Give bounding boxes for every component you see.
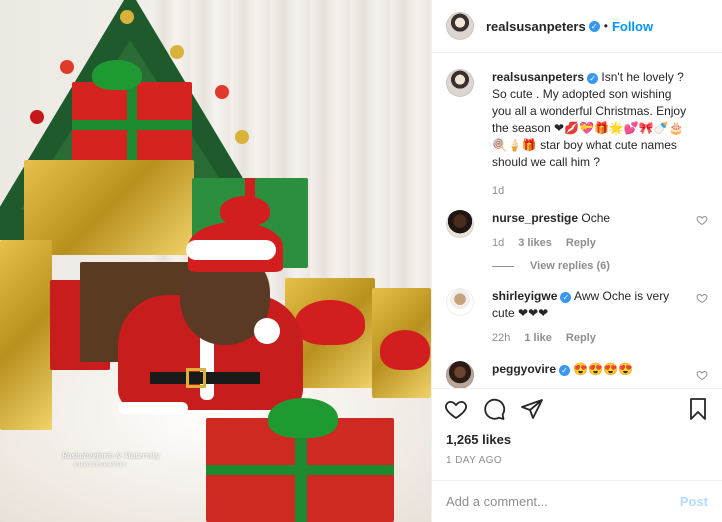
comment-time: 22h <box>492 332 511 344</box>
heart-icon[interactable] <box>696 214 708 226</box>
post-side-panel: realsusanpeters ✓ • Follow realsusanpete… <box>431 0 722 522</box>
verified-badge-icon: ✓ <box>588 20 600 32</box>
verified-badge-icon: ✓ <box>560 292 572 303</box>
suit-trim <box>118 402 188 414</box>
caption-time: 1d <box>492 185 505 197</box>
gift-bow-green <box>268 398 338 438</box>
heart-icon[interactable] <box>696 292 708 304</box>
verified-badge-icon: ✓ <box>559 365 571 376</box>
caption: realsusanpeters ✓ Isn't he lovely ? So cu… <box>446 69 708 200</box>
reply-button[interactable]: Reply <box>566 330 596 347</box>
post-photo[interactable]: Roshabeeform & Maternity PHOTOGRAPHY <box>0 0 431 522</box>
gift-box-gold-left <box>0 240 52 430</box>
header-separator: • <box>603 19 608 33</box>
comment-likes[interactable]: 3 likes <box>518 235 552 252</box>
gift-bow-red <box>295 300 365 345</box>
post-date: 1 DAY AGO <box>446 455 503 466</box>
gift-bow-green <box>92 60 142 90</box>
gift-bow-red <box>380 330 430 370</box>
verified-badge-icon: ✓ <box>587 73 599 84</box>
instagram-post: Roshabeeform & Maternity PHOTOGRAPHY rea… <box>0 0 722 522</box>
heart-icon[interactable] <box>444 397 468 421</box>
comment-username[interactable]: nurse_prestige <box>492 211 578 225</box>
santa-hat-brim <box>186 240 276 260</box>
bookmark-icon[interactable] <box>686 397 710 421</box>
comment-username[interactable]: shirleyigwe <box>492 289 557 303</box>
santa-hat-pompom <box>254 318 280 344</box>
ornament <box>60 60 74 74</box>
replies-line <box>492 265 514 267</box>
watermark-line2: PHOTOGRAPHY <box>74 462 127 468</box>
avatar[interactable] <box>446 69 474 97</box>
comment-username[interactable]: peggyovire <box>492 362 556 376</box>
header-username[interactable]: realsusanpeters <box>486 19 586 34</box>
caption-text: Isn't he lovely ? So cute . My adopted s… <box>492 70 687 169</box>
caption-username[interactable]: realsusanpeters <box>492 70 584 84</box>
avatar[interactable] <box>446 12 474 40</box>
reply-button[interactable]: Reply <box>566 235 596 252</box>
heart-icon[interactable] <box>696 369 708 381</box>
belt-buckle <box>186 368 206 388</box>
gift-box-red-top <box>72 82 192 167</box>
avatar[interactable] <box>446 361 474 388</box>
comment-likes[interactable]: 1 like <box>524 330 552 347</box>
comment-text: 😍😍😍😍 <box>573 362 634 376</box>
ornament <box>215 85 229 99</box>
follow-button[interactable]: Follow <box>612 19 653 34</box>
share-icon[interactable] <box>520 397 544 421</box>
view-replies-label[interactable]: View replies (6) <box>530 260 610 272</box>
avatar[interactable] <box>446 210 474 238</box>
watermark-line1: Roshabeeform & Maternity <box>62 452 160 460</box>
ornament <box>30 110 44 124</box>
comment-item: peggyovire ✓ 😍😍😍😍 <box>446 361 708 388</box>
comment-input[interactable] <box>446 494 680 509</box>
action-bar <box>432 388 722 428</box>
ornament <box>235 130 249 144</box>
comment-time: 1d <box>492 237 505 249</box>
view-replies-button[interactable]: View replies (6) <box>492 260 708 272</box>
post-header: realsusanpeters ✓ • Follow <box>432 0 722 53</box>
comment-item: nurse_prestige Oche 1d 3 likes Reply <box>446 210 708 252</box>
add-comment-bar: Post <box>432 480 722 522</box>
post-button[interactable]: Post <box>680 494 708 509</box>
ornament <box>170 45 184 59</box>
comment-item: shirleyigwe ✓ Aww Oche is very cute ❤❤❤ 2… <box>446 288 708 347</box>
ornament <box>120 10 134 24</box>
photo-watermark: Roshabeeform & Maternity PHOTOGRAPHY <box>62 452 159 470</box>
avatar[interactable] <box>446 288 474 316</box>
comment-icon[interactable] <box>482 397 506 421</box>
comment-text: Oche <box>581 211 611 225</box>
likes-count[interactable]: 1,265 likes <box>432 432 722 447</box>
comments-section[interactable]: realsusanpeters ✓ Isn't he lovely ? So cu… <box>432 53 722 388</box>
